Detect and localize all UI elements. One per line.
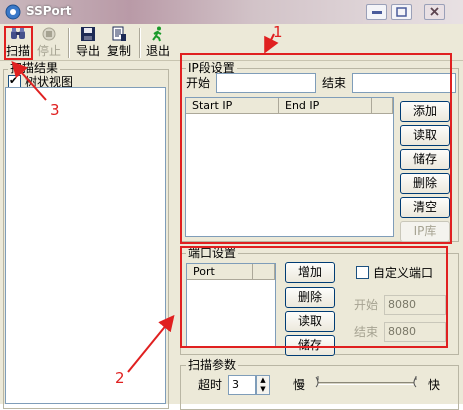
annotation-number-3: 3 (50, 101, 60, 119)
exit-button[interactable]: 退出 (144, 26, 172, 60)
toolbar-separator (68, 28, 70, 58)
stop-label: 停止 (36, 44, 61, 58)
title-bar: SSPort (0, 0, 463, 24)
copy-button[interactable]: 复制 (105, 26, 133, 60)
copy-label: 复制 (106, 44, 131, 58)
timeout-input[interactable]: 3 (228, 375, 256, 395)
stop-button[interactable]: 停止 (35, 26, 63, 60)
timeout-label: 超时 (198, 378, 223, 392)
spin-up-icon[interactable]: ▲ (257, 376, 269, 385)
annotation-box-port-settings (180, 246, 448, 348)
export-button[interactable]: 导出 (74, 26, 102, 60)
app-window: SSPort 扫描 停止 导出 复制 退出 扫描结果 ✔ 树状视图 IP段设置 … (0, 0, 463, 410)
fast-label: 快 (428, 378, 441, 392)
speed-slider-ticks (315, 376, 417, 388)
export-label: 导出 (75, 44, 100, 58)
save-disk-icon (81, 27, 95, 41)
maximize-icon (396, 7, 407, 17)
minimize-button[interactable] (366, 4, 387, 20)
minimize-icon (372, 11, 382, 14)
maximize-button[interactable] (391, 4, 412, 20)
annotation-number-1: 1 (273, 23, 283, 41)
copy-document-icon (112, 26, 126, 41)
close-button[interactable] (424, 4, 445, 20)
stop-icon (42, 27, 56, 41)
running-man-exit-icon (152, 26, 162, 42)
annotation-box-scan-button (4, 26, 33, 60)
exit-label: 退出 (145, 44, 170, 58)
window-title: SSPort (26, 4, 72, 18)
slow-label: 慢 (293, 378, 306, 392)
annotation-box-ip-settings (180, 53, 452, 244)
close-icon (430, 7, 439, 16)
scan-params-group-label: 扫描参数 (186, 358, 239, 372)
app-icon (5, 4, 21, 20)
timeout-spinner[interactable]: ▲ ▼ (256, 375, 270, 395)
spin-down-icon[interactable]: ▼ (257, 385, 269, 394)
results-tree-view[interactable] (5, 87, 166, 404)
toolbar-separator (139, 28, 141, 58)
annotation-number-2: 2 (115, 369, 125, 387)
